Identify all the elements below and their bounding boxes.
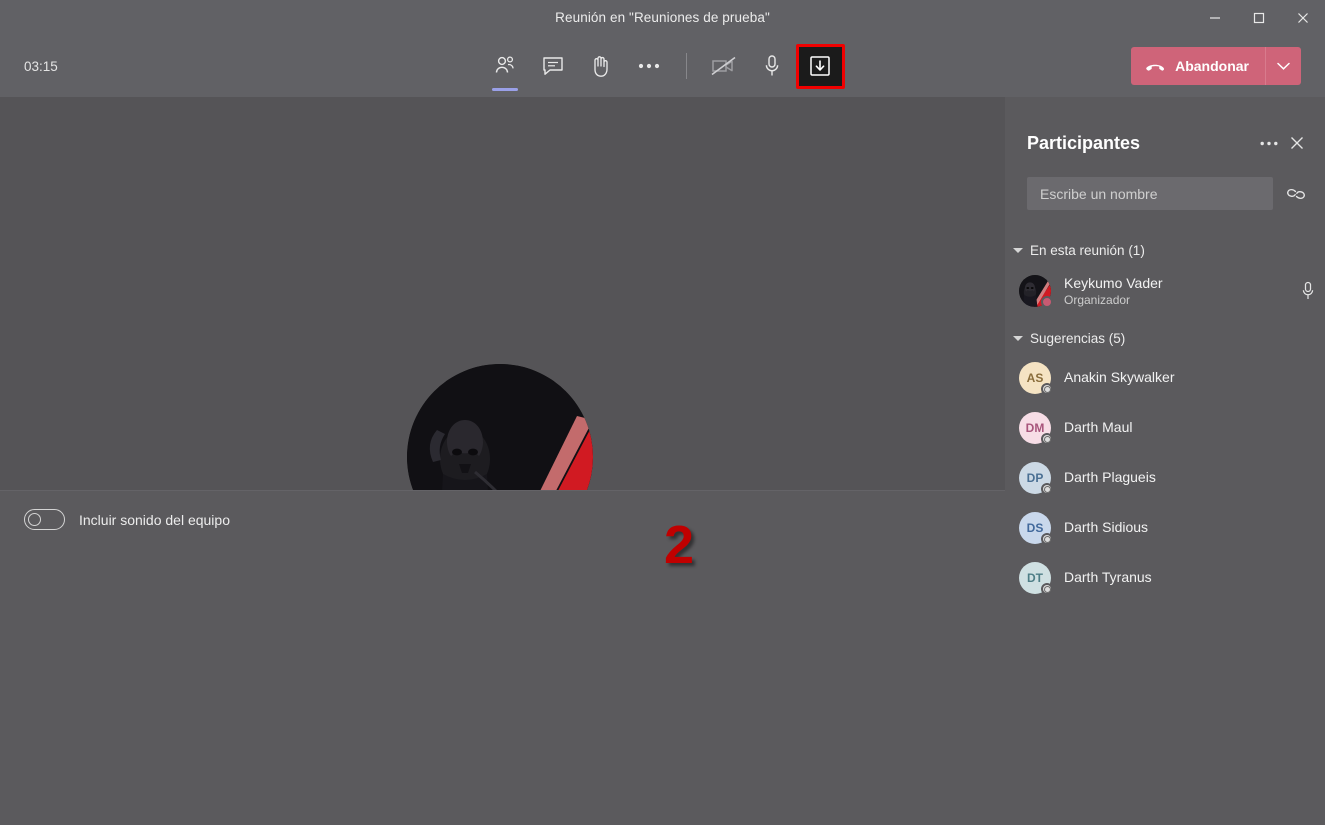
share-link-icon — [1287, 188, 1305, 199]
avatar: DS — [1019, 512, 1053, 545]
maximize-button[interactable] — [1237, 0, 1281, 35]
copy-join-link-button[interactable] — [1281, 179, 1311, 209]
microphone-icon — [1302, 281, 1314, 299]
include-system-audio-toggle[interactable]: Incluir sonido del equipo — [24, 509, 230, 530]
participant-row-suggestion-5[interactable]: DT Darth Tyranus — [1019, 556, 1315, 600]
leave-button-label: Abandonar — [1175, 58, 1249, 74]
panel-title: Participantes — [1027, 132, 1141, 153]
search-input[interactable] — [1027, 177, 1273, 210]
people-icon — [495, 56, 514, 73]
avatar: DM — [1019, 412, 1053, 445]
participant-row-suggestion-4[interactable]: DS Darth Sidious — [1019, 506, 1315, 550]
raise-hand-button[interactable] — [577, 45, 625, 87]
avatar-initials: DS — [1026, 521, 1044, 535]
chevron-down-icon — [1277, 62, 1290, 70]
participant-search-row — [1027, 177, 1311, 210]
group-label: Sugerencias (5) — [1030, 331, 1126, 346]
avatar-initials: DM — [1025, 421, 1045, 435]
microphone-button[interactable] — [748, 45, 796, 87]
window-controls — [1193, 0, 1325, 35]
presence-badge-offline — [1041, 483, 1053, 495]
active-tab-indicator — [491, 88, 518, 91]
more-options-button[interactable] — [625, 45, 673, 87]
window-title: Reunión en "Reuniones de prueba" — [555, 10, 770, 25]
participant-name: Darth Sidious — [1064, 519, 1149, 536]
more-options-icon — [638, 63, 659, 69]
participant-name: Darth Plagueis — [1064, 469, 1156, 486]
participant-name: Darth Maul — [1064, 419, 1133, 436]
leave-meeting-button[interactable]: Abandonar — [1131, 47, 1301, 85]
participant-row-suggestion-2[interactable]: DM Darth Maul — [1019, 406, 1315, 450]
participant-mic-button[interactable] — [1301, 281, 1315, 301]
panel-more-options-button[interactable] — [1255, 129, 1283, 157]
participant-row-suggestion-1[interactable]: AS Anakin Skywalker — [1019, 356, 1315, 400]
participant-row-organizer[interactable]: Keykumo Vader Organizador — [1019, 269, 1315, 313]
avatar-initials: DT — [1027, 571, 1043, 585]
avatar — [1019, 275, 1053, 308]
presence-badge-offline — [1041, 383, 1053, 395]
close-button[interactable] — [1281, 0, 1325, 35]
avatar-initials: AS — [1026, 371, 1044, 385]
participant-name: Keykumo Vader — [1064, 275, 1163, 292]
close-icon — [1291, 137, 1303, 149]
camera-off-icon — [711, 56, 735, 76]
avatar: DT — [1019, 562, 1053, 595]
participant-row-suggestion-3[interactable]: DP Darth Plagueis — [1019, 456, 1315, 500]
avatar: DP — [1019, 462, 1053, 495]
minimize-button[interactable] — [1193, 0, 1237, 35]
share-content-tray: Incluir sonido del equipo Escritorio Ven… — [0, 490, 1005, 825]
group-header-in-meeting[interactable]: En esta reunión (1) — [1013, 243, 1145, 258]
include-system-audio-label: Incluir sonido del equipo — [79, 511, 230, 528]
participant-name: Darth Tyranus — [1064, 569, 1152, 586]
toggle-switch[interactable] — [24, 509, 65, 530]
participants-button[interactable] — [481, 45, 529, 91]
toolbar-divider — [685, 53, 687, 79]
avatar: AS — [1019, 362, 1053, 395]
presence-badge-offline — [1041, 433, 1053, 445]
camera-toggle-button[interactable] — [700, 45, 748, 87]
share-screen-icon — [810, 56, 830, 76]
group-label: En esta reunión (1) — [1030, 243, 1145, 258]
more-options-icon — [1260, 141, 1278, 145]
meeting-toolbar: 03:15 Abandonar — [0, 35, 1325, 97]
share-screen-button[interactable] — [795, 43, 845, 89]
chat-icon — [542, 57, 563, 75]
avatar-initials: DP — [1026, 471, 1044, 485]
chat-button[interactable] — [529, 45, 577, 87]
hangup-icon — [1146, 64, 1165, 71]
participant-name: Anakin Skywalker — [1064, 369, 1175, 386]
annotation-marker-2: 2 — [664, 515, 695, 575]
microphone-icon — [765, 55, 778, 76]
presence-badge-offline — [1041, 533, 1053, 545]
participants-panel: Participantes En esta reunión (1) — [1005, 97, 1325, 825]
presence-badge-busy — [1041, 296, 1053, 308]
participant-role: Organizador — [1064, 292, 1131, 307]
chevron-down-icon — [1013, 248, 1023, 253]
panel-close-button[interactable] — [1283, 129, 1311, 157]
title-bar: Reunión en "Reuniones de prueba" — [0, 0, 1325, 35]
presence-badge-offline — [1041, 583, 1053, 595]
raise-hand-icon — [593, 56, 608, 77]
toggle-knob — [28, 512, 41, 526]
participants-panel-header: Participantes — [1027, 129, 1311, 157]
group-header-suggestions[interactable]: Sugerencias (5) — [1013, 331, 1125, 346]
chevron-down-icon — [1013, 336, 1023, 341]
leave-options-button[interactable] — [1266, 47, 1301, 85]
